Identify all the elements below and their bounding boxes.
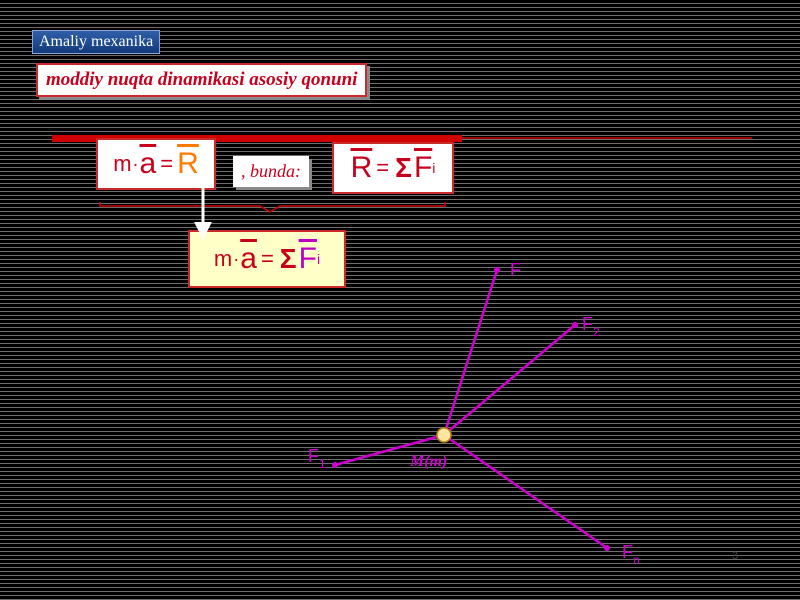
diagram-svg: M(m) F F2 F1 Fn [99, 186, 640, 567]
slide: Amaliy mexanika moddiy nuqta dinamikasi … [0, 0, 800, 600]
force-tip [572, 322, 578, 328]
force-label-f: F [510, 260, 521, 280]
point-label: M(m) [409, 453, 447, 470]
page-number: 3 [732, 550, 739, 562]
material-point [436, 427, 452, 443]
force-tip [604, 545, 610, 551]
force-vector-fn [443, 433, 608, 550]
formula-bracket [99, 202, 446, 213]
force-tip [494, 267, 500, 273]
force-label-f1: F1 [308, 446, 326, 471]
force-vector-f [442, 269, 499, 436]
force-label-fn: Fn [622, 542, 640, 567]
force-tip [332, 462, 338, 468]
force-vector-f2 [443, 324, 576, 436]
force-label-f2: F2 [582, 314, 600, 339]
